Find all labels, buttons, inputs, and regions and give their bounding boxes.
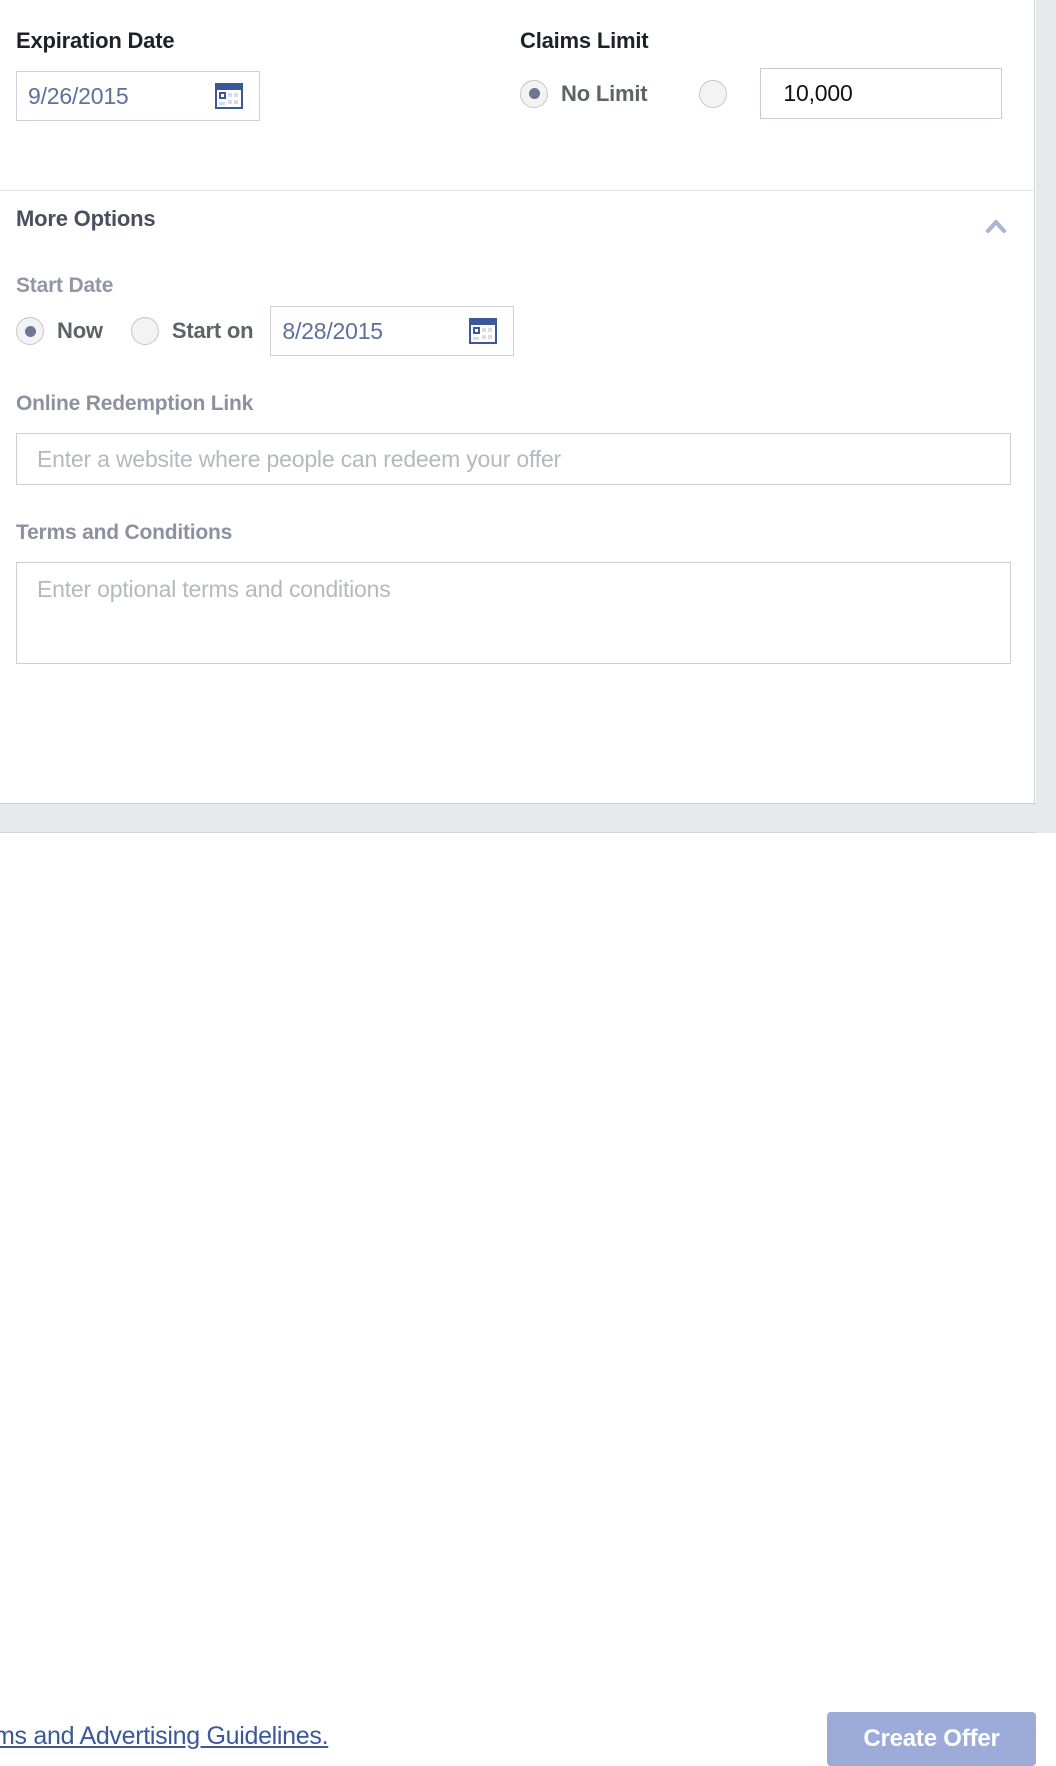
- start-date-label: Start Date: [16, 274, 114, 297]
- redemption-link-label: Online Redemption Link: [16, 392, 254, 415]
- start-date-options: Now Start on 8/28/2015: [16, 306, 1034, 356]
- terms-conditions-textarea[interactable]: Enter optional terms and conditions: [16, 562, 1011, 664]
- start-date-input[interactable]: 8/28/2015: [270, 306, 515, 356]
- radio-start-on[interactable]: [130, 317, 159, 345]
- start-date-block: Start Date Now Start on 8/28/2015: [0, 274, 1034, 356]
- redemption-link-input[interactable]: Enter a website where people can redeem …: [16, 433, 1011, 485]
- more-options-section: More Options Start Date Now Start on 8/2…: [0, 192, 1034, 664]
- create-offer-button[interactable]: Create Offer: [827, 1712, 1036, 1766]
- claims-limit-value: 10,000: [783, 80, 853, 106]
- more-options-header[interactable]: More Options: [0, 192, 1034, 254]
- terms-conditions-block: Terms and Conditions Enter optional term…: [0, 521, 1034, 664]
- advertising-guidelines-link[interactable]: ms and Advertising Guidelines.: [0, 1722, 329, 1751]
- expiration-date-value: 9/26/2015: [28, 82, 129, 109]
- claims-limit-options: No Limit 10,000: [520, 68, 1003, 119]
- claims-limit-title: Claims Limit: [520, 28, 649, 53]
- offer-creation-screen: Expiration Date 9/26/2015 Claims Limit N…: [0, 0, 1056, 1766]
- expiration-date-title: Expiration Date: [16, 28, 175, 53]
- start-date-value: 8/28/2015: [282, 317, 383, 344]
- claims-limit-input[interactable]: 10,000: [760, 68, 1003, 119]
- advertising-guidelines-link-text: ms and Advertising Guidelines: [0, 1722, 322, 1750]
- chevron-up-icon[interactable]: [981, 216, 1011, 236]
- redemption-link-block: Online Redemption Link Enter a website w…: [0, 392, 1034, 485]
- radio-custom-limit[interactable]: [699, 79, 728, 108]
- create-offer-dialog-panel: Expiration Date 9/26/2015 Claims Limit N…: [0, 0, 1035, 803]
- dialog-bottom-chrome: [0, 803, 1036, 833]
- calendar-icon[interactable]: [469, 318, 498, 344]
- radio-start-now[interactable]: [16, 317, 44, 345]
- page-footer: ms and Advertising Guidelines. Create Of…: [0, 834, 1056, 1766]
- more-options-title: More Options: [16, 206, 156, 231]
- expiration-date-group: Expiration Date 9/26/2015: [16, 28, 260, 121]
- radio-start-on-label: Start on: [171, 318, 254, 343]
- dialog-outer-right-chrome: [1036, 0, 1056, 833]
- claims-limit-group: Claims Limit No Limit 10,000: [520, 28, 1003, 119]
- terms-conditions-label: Terms and Conditions: [16, 521, 233, 544]
- expiration-date-input[interactable]: 9/26/2015: [16, 71, 260, 121]
- radio-start-now-label: Now: [57, 318, 103, 343]
- top-fields-row: Expiration Date 9/26/2015 Claims Limit N…: [0, 0, 1034, 191]
- radio-no-limit-label: No Limit: [561, 80, 648, 106]
- radio-no-limit[interactable]: [520, 79, 548, 108]
- advertising-guidelines-link-period: .: [321, 1722, 329, 1750]
- calendar-icon[interactable]: [215, 83, 243, 109]
